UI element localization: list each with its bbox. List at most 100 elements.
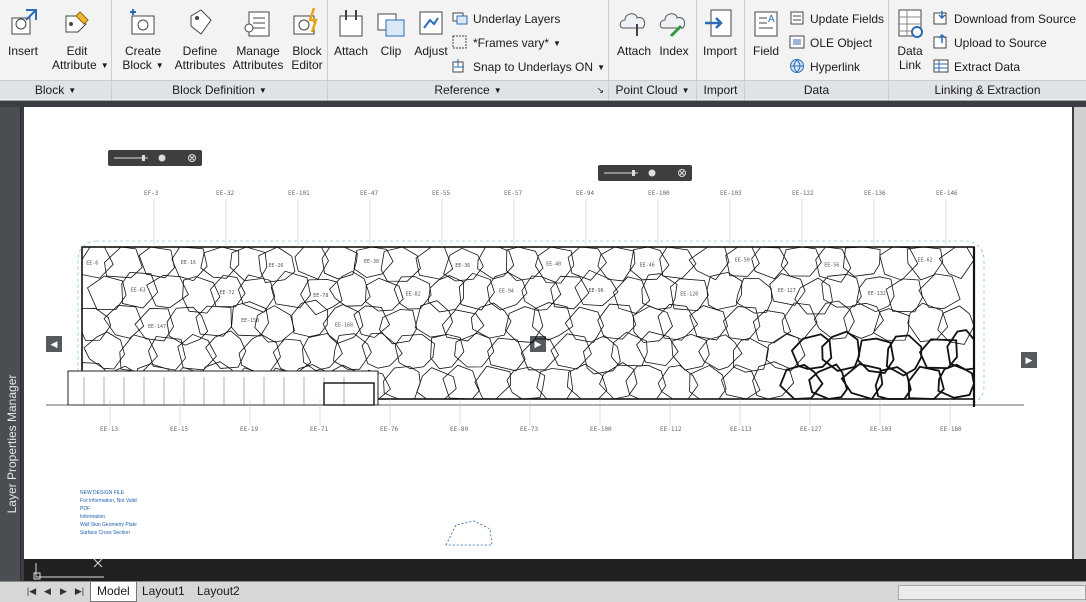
bottom-tag: EE-127: [800, 426, 822, 433]
block-editor-button[interactable]: Block Editor: [286, 6, 328, 76]
panel-launcher-icon[interactable]: ↘: [596, 81, 604, 99]
define-attributes-button[interactable]: Define Attributes: [174, 6, 226, 76]
first-tab-button[interactable]: |◀: [26, 585, 37, 598]
panel-title-block-text: Block: [34, 83, 65, 97]
clip-label: Clip: [380, 44, 402, 58]
cell-tag: EE-168: [335, 322, 353, 328]
legend-line: Surface Cross Section: [80, 530, 130, 536]
edit-attribute-button[interactable]: Edit Attribute ▼: [52, 6, 109, 76]
bubble-cell: [821, 330, 861, 372]
frames-vary-dropdown[interactable]: *Frames vary* ▼: [452, 33, 561, 53]
extract-data-icon: [933, 59, 949, 73]
cell-tag: EE-40: [546, 262, 561, 268]
chevron-down-icon: ▼: [597, 63, 605, 72]
panel-title-block[interactable]: Block ▼: [0, 80, 111, 99]
block-editor-label-1: Block: [292, 44, 322, 58]
cell-tag: EE-62: [918, 258, 933, 264]
chevron-down-icon: ▼: [681, 86, 690, 95]
update-fields-button[interactable]: Update Fields: [789, 9, 884, 29]
download-from-source-button[interactable]: Download from Source: [933, 9, 1076, 29]
create-block-label-1: Create: [124, 44, 162, 58]
bubble-cell: [657, 365, 699, 400]
layer-properties-palette[interactable]: Layer Properties Manager: [0, 107, 21, 581]
define-attributes-icon: [190, 9, 212, 35]
edit-attribute-icon: [65, 11, 89, 33]
data-link-label-2: Link: [898, 58, 921, 72]
point-cloud-index-button[interactable]: Index: [653, 6, 695, 76]
next-tab-button[interactable]: ▶: [58, 585, 69, 598]
extract-data-button[interactable]: Extract Data: [933, 57, 1020, 77]
edit-attribute-label-2: Attribute ▼: [52, 58, 109, 73]
top-tag: EE-101: [288, 190, 310, 197]
attach-button[interactable]: Attach: [330, 6, 372, 76]
adjust-button[interactable]: Adjust: [410, 6, 452, 76]
point-cloud-attach-button[interactable]: Attach: [613, 6, 655, 76]
tab-model[interactable]: Model: [90, 582, 137, 602]
last-tab-button[interactable]: ▶|: [74, 585, 85, 598]
legend-line: For Information, Not Valid: [80, 498, 137, 504]
top-tag: EE-103: [720, 190, 742, 197]
palette-title: Layer Properties Manager: [5, 374, 19, 514]
define-attributes-label-2: Attributes: [174, 58, 226, 72]
panel-title-reference[interactable]: Reference ▼ ↘: [328, 80, 608, 99]
import-icon: [705, 9, 732, 37]
insert-label: Insert: [7, 44, 38, 58]
create-block-label-2: Block ▼: [122, 58, 164, 73]
tab-layout1[interactable]: Layout1: [136, 582, 191, 601]
bubble-cell: [613, 276, 651, 314]
elevation-drawing: EE-6 EE-16 EE-26 EE-30 EE-36 EE-40 EE-46 EE-50 E…: [46, 190, 1024, 546]
top-tag: EE-55: [432, 190, 450, 197]
chevron-down-icon: ▼: [100, 61, 109, 70]
point-cloud-index-label: Index: [659, 44, 689, 58]
data-link-button[interactable]: Data Link: [889, 6, 931, 76]
cell-tag: EE-46: [640, 262, 655, 268]
bubble-cell: [87, 275, 127, 310]
cell-tag: EE-36: [455, 263, 470, 269]
import-button[interactable]: Import: [699, 6, 741, 76]
drawing-canvas[interactable]: ◀ ▶ ▶ EE-6 EE-16 EE-26 EE-30 EE-36 EE-40 EE-46…: [24, 107, 1072, 559]
panel-block-definition: Create Block ▼ Define Attributes Manage A…: [112, 0, 328, 100]
create-block-button[interactable]: Create Block ▼: [122, 6, 164, 76]
cell-tag: EE-63: [131, 288, 146, 294]
tab-layout2[interactable]: Layout2: [191, 582, 246, 601]
bubble-cell: [521, 275, 562, 311]
vertical-scrollbar[interactable]: [1074, 107, 1086, 559]
hyperlink-button[interactable]: Hyperlink: [789, 57, 860, 77]
adjust-icon: [419, 11, 443, 35]
field-button[interactable]: A Field: [745, 6, 787, 76]
panel-reference: Attach Clip Adjust Underlay Layers *Fram…: [328, 0, 609, 100]
manage-attributes-label-1: Manage: [236, 44, 280, 58]
bubble-cell: [599, 362, 638, 400]
horizontal-scrollbar[interactable]: [898, 585, 1086, 600]
bubble-cell: [302, 333, 343, 371]
prev-tab-button[interactable]: ◀: [42, 585, 53, 598]
underlay-layers-button[interactable]: Underlay Layers: [452, 9, 560, 29]
bubble-cell: [821, 273, 862, 308]
ole-object-button[interactable]: OLE Object: [789, 33, 872, 53]
podium-building: [67, 370, 379, 406]
data-link-label-1: Data: [897, 44, 923, 58]
clip-button[interactable]: Clip: [370, 6, 412, 76]
bubble-cell: [504, 306, 544, 343]
create-block-label-2-text: Block: [122, 58, 152, 72]
bubble-cell: [879, 246, 919, 281]
layout-tab-bar: |◀ ◀ ▶ ▶| Model Layout1 Layout2: [0, 581, 1086, 602]
block-editor-label-2: Editor: [291, 58, 323, 72]
panel-data: A Field Update Fields OLE Object Hyperli…: [745, 0, 889, 100]
top-tag: EF-3: [144, 190, 159, 197]
bottom-tag: EE-19: [240, 426, 258, 433]
bubble-cell: [195, 305, 232, 337]
insert-button[interactable]: Insert: [2, 6, 44, 76]
manage-attributes-icon: [244, 11, 270, 37]
ole-object-icon: [789, 35, 805, 49]
bottom-tag: EE-112: [660, 426, 682, 433]
create-block-icon: [130, 9, 155, 35]
bubble-cell: [641, 273, 678, 310]
underlay-layers-label: Underlay Layers: [473, 12, 561, 26]
manage-attributes-button[interactable]: Manage Attributes: [232, 6, 284, 76]
panel-title-point-cloud[interactable]: Point Cloud ▼: [609, 80, 696, 99]
frames-icon: [452, 35, 467, 49]
panel-title-block-definition[interactable]: Block Definition ▼: [112, 80, 327, 99]
snap-underlays-dropdown[interactable]: Snap to Underlays ON ▼: [452, 57, 605, 77]
upload-to-source-button[interactable]: Upload to Source: [933, 33, 1047, 53]
